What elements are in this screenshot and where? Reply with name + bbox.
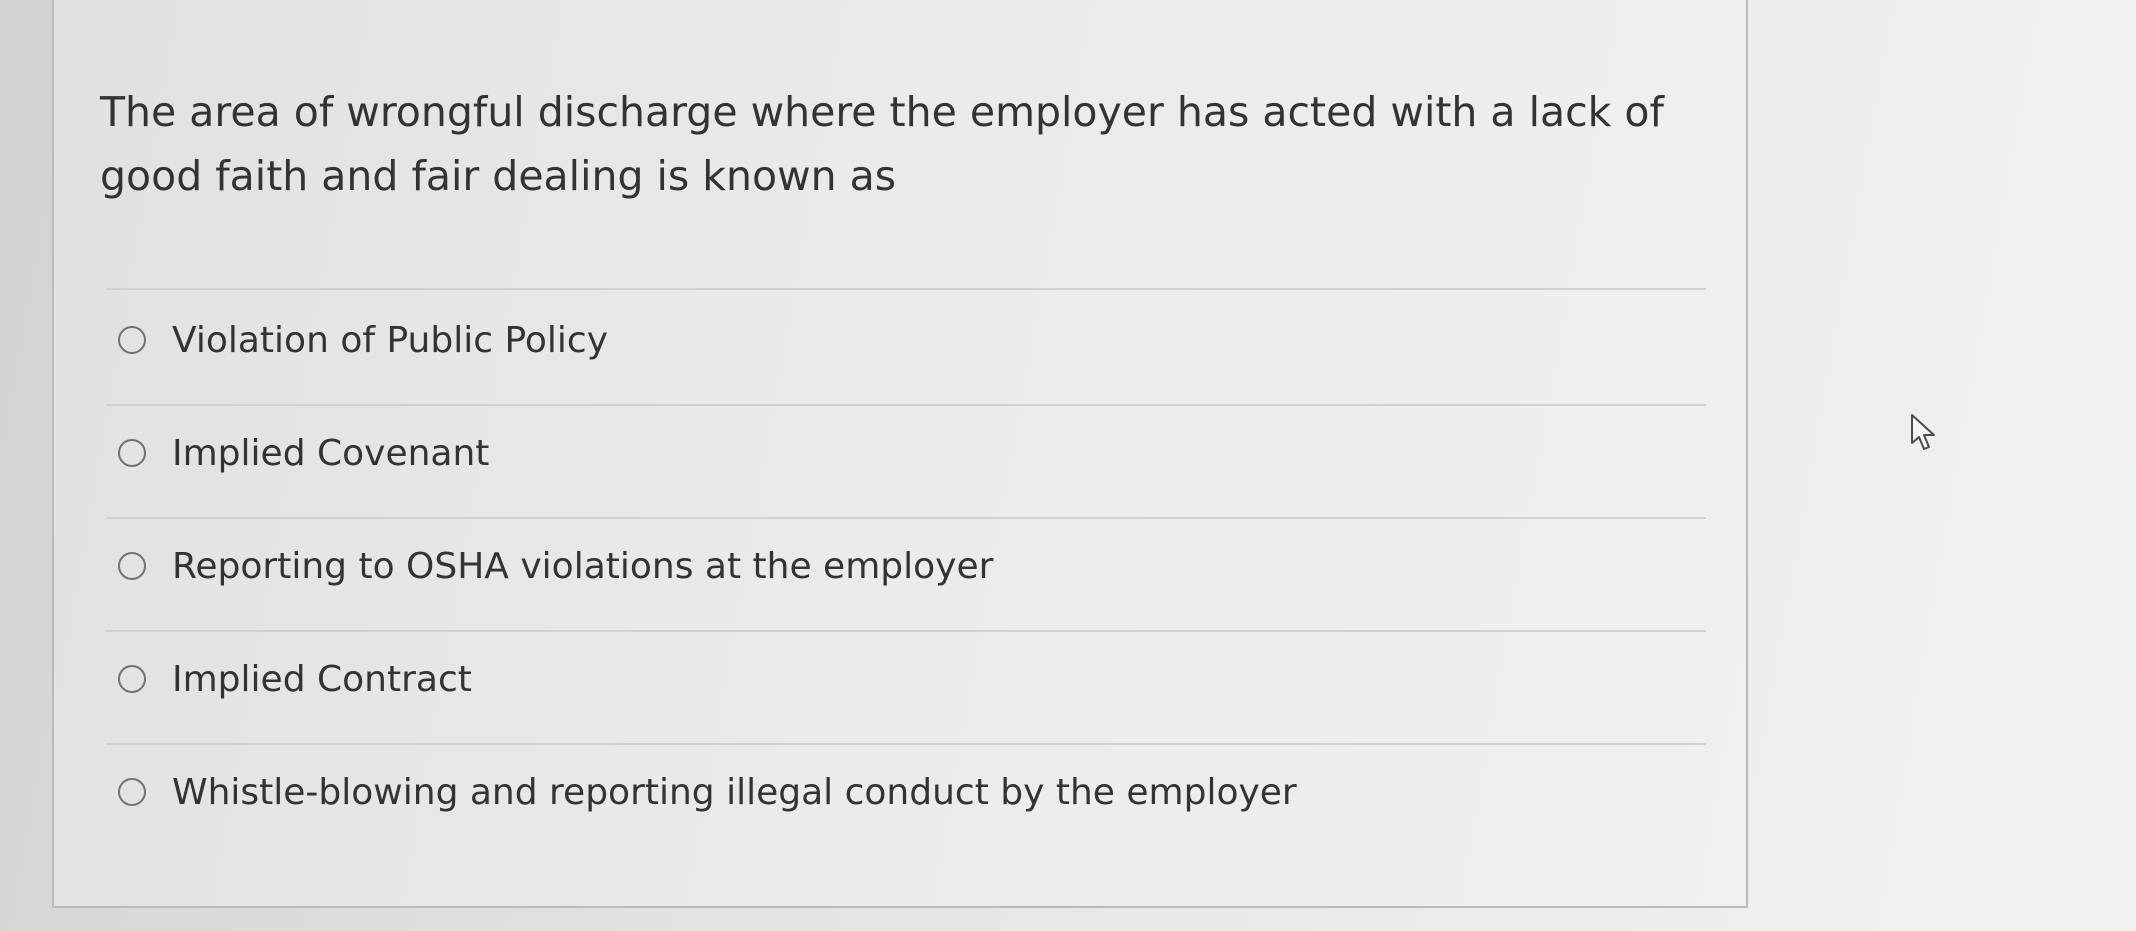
divider: [106, 288, 1706, 290]
radio-button[interactable]: [118, 665, 146, 693]
divider: [106, 517, 1706, 519]
radio-button[interactable]: [118, 439, 146, 467]
radio-button[interactable]: [118, 552, 146, 580]
answer-option-label: Implied Contract: [172, 658, 472, 700]
question-card: The area of wrongful discharge where the…: [52, 0, 1748, 908]
answer-option-label: Whistle-blowing and reporting illegal co…: [172, 771, 1297, 813]
answer-option-whistle-blowing[interactable]: Whistle-blowing and reporting illegal co…: [118, 762, 1297, 822]
divider: [106, 743, 1706, 745]
pointer-cursor-icon: [1911, 414, 1935, 450]
divider: [106, 404, 1706, 406]
question-text: The area of wrongful discharge where the…: [100, 88, 1664, 200]
answer-option-violation-of-public-policy[interactable]: Violation of Public Policy: [118, 310, 608, 370]
answer-option-reporting-to-osha[interactable]: Reporting to OSHA violations at the empl…: [118, 536, 993, 596]
divider: [106, 630, 1706, 632]
radio-button[interactable]: [118, 778, 146, 806]
radio-button[interactable]: [118, 326, 146, 354]
answer-option-label: Reporting to OSHA violations at the empl…: [172, 545, 994, 587]
answer-option-label: Implied Covenant: [172, 432, 490, 474]
answer-option-implied-contract[interactable]: Implied Contract: [118, 649, 472, 709]
answer-option-label: Violation of Public Policy: [172, 319, 609, 361]
answer-option-implied-covenant[interactable]: Implied Covenant: [118, 423, 489, 483]
